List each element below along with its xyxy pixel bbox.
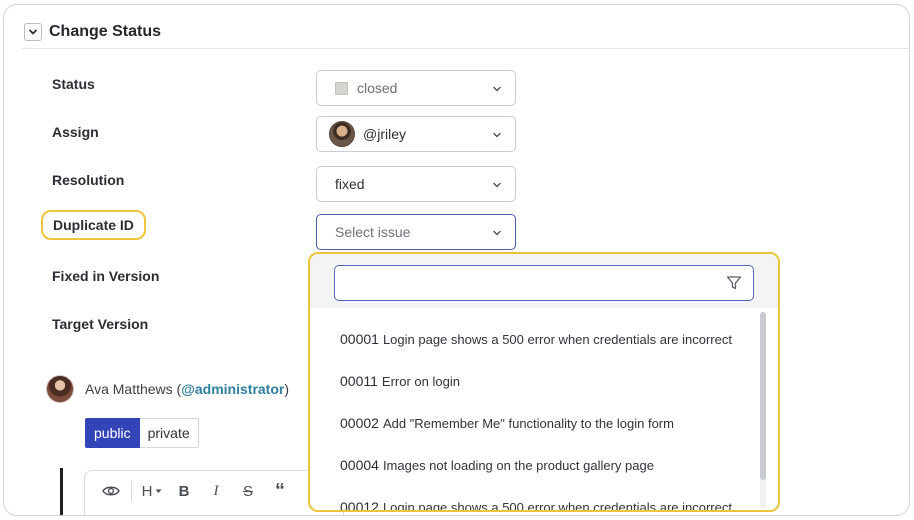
issue-list: 00001 Login page shows a 500 error when c…: [320, 310, 768, 512]
issue-option[interactable]: 00004 Images not loading on the product g…: [340, 457, 654, 473]
comment-author: Ava Matthews (@administrator): [46, 375, 289, 403]
issue-title: Add "Remember Me" functionality to the l…: [382, 416, 674, 431]
resolution-select[interactable]: fixed: [316, 166, 516, 202]
editor-toolbar: H B I S “: [85, 471, 296, 511]
issue-search-input[interactable]: [334, 265, 754, 301]
issue-id: 00011: [340, 373, 378, 389]
eye-icon: [102, 486, 120, 496]
heading-button[interactable]: H: [136, 476, 168, 506]
issue-title: Login page shows a 500 error when creden…: [382, 500, 732, 512]
assign-select[interactable]: @jriley: [316, 116, 516, 152]
status-select[interactable]: closed: [316, 70, 516, 106]
author-handle[interactable]: @administrator: [181, 381, 284, 397]
status-color-swatch: [335, 81, 348, 95]
fixed-in-version-label: Fixed in Version: [52, 268, 160, 284]
issue-option[interactable]: 00011 Error on login: [340, 373, 460, 389]
issue-id: 00001: [340, 331, 379, 347]
change-status-panel: Change Status Status closed Assign @jril…: [3, 4, 910, 516]
collapse-toggle[interactable]: [24, 22, 42, 41]
chevron-down-icon: [493, 230, 501, 236]
comment-editor[interactable]: H B I S “: [84, 470, 344, 515]
issue-dropdown: 00001 Login page shows a 500 error when c…: [308, 252, 780, 512]
issue-id: 00012: [340, 499, 379, 512]
resolution-value: fixed: [335, 176, 365, 192]
section-header[interactable]: Change Status: [22, 15, 909, 49]
heading-label: H: [141, 482, 153, 500]
target-version-label: Target Version: [52, 316, 149, 332]
issue-option[interactable]: 00012 Login page shows a 500 error when c…: [340, 499, 732, 512]
status-label: Status: [52, 76, 95, 92]
duplicate-placeholder: Select issue: [335, 224, 411, 240]
quote-button[interactable]: “: [264, 476, 296, 506]
issue-option[interactable]: 00001 Login page shows a 500 error when c…: [340, 331, 732, 347]
chevron-down-icon: [493, 132, 501, 138]
section-title: Change Status: [49, 22, 162, 40]
private-button[interactable]: private: [139, 418, 199, 448]
author-line: Ava Matthews (@administrator): [85, 381, 290, 397]
issue-title: Images not loading on the product galler…: [382, 458, 654, 473]
assignee-avatar: [329, 121, 355, 147]
chevron-down-icon: [493, 182, 501, 188]
author-avatar: [46, 375, 74, 403]
blockquote-bar: [60, 468, 63, 515]
toolbar-divider: [131, 481, 132, 501]
italic-button[interactable]: I: [200, 476, 232, 506]
caret-down-icon: [155, 489, 162, 493]
dropdown-search-area: [310, 254, 778, 308]
assign-label: Assign: [52, 124, 99, 140]
assign-value: @jriley: [363, 126, 406, 142]
status-value: closed: [357, 80, 398, 96]
chevron-down-icon: [493, 86, 501, 92]
public-button[interactable]: public: [85, 418, 140, 448]
issue-title: Login page shows a 500 error when creden…: [382, 332, 732, 347]
filter-icon: [726, 276, 742, 290]
bold-button[interactable]: B: [168, 476, 200, 506]
duplicate-id-label: Duplicate ID: [41, 210, 146, 240]
issue-id: 00004: [340, 457, 379, 473]
author-name: Ava Matthews: [85, 381, 173, 397]
issue-title: Error on login: [381, 374, 460, 389]
dropdown-scrollbar[interactable]: [760, 312, 766, 508]
chevron-down-icon: [29, 29, 37, 34]
scrollbar-thumb[interactable]: [760, 312, 766, 480]
preview-button[interactable]: [95, 476, 127, 506]
issue-option[interactable]: 00002 Add "Remember Me" functionality to …: [340, 415, 674, 431]
resolution-label: Resolution: [52, 172, 125, 188]
visibility-toggle: public private: [85, 418, 199, 448]
issue-id: 00002: [340, 415, 379, 431]
duplicate-id-select[interactable]: Select issue: [316, 214, 516, 250]
strikethrough-button[interactable]: S: [232, 476, 264, 506]
